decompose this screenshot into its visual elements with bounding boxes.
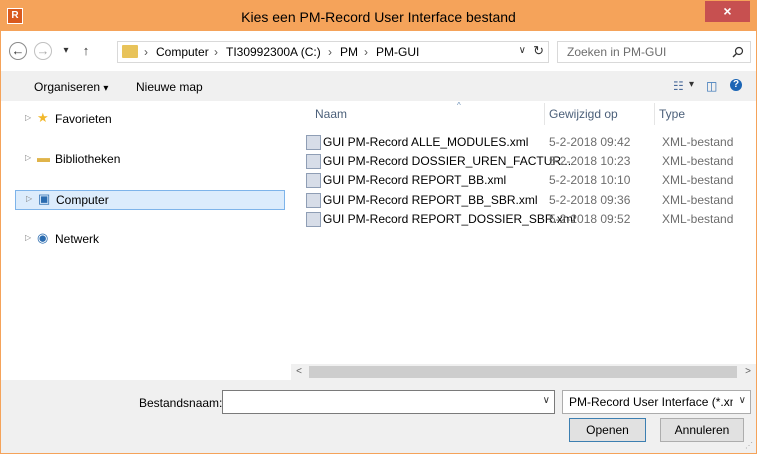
search-box[interactable]: Zoeken in PM-GUI [557,41,751,63]
file-type: XML-bestand [662,154,734,168]
resize-grip-icon[interactable]: ⋰ [745,441,753,450]
expand-icon[interactable]: ▷ [25,113,31,122]
file-name: GUI PM-Record REPORT_BB.xml [323,173,507,187]
search-icon [732,46,744,58]
computer-icon: ▣ [38,191,51,206]
file-row[interactable]: GUI PM-Record ALLE_MODULES.xml 5-2-2018 … [301,133,756,151]
file-type: XML-bestand [662,173,734,187]
dialog-title: Kies een PM-Record User Interface bestan… [241,9,516,25]
filename-label: Bestandsnaam: [139,396,223,410]
breadcrumb-pm-gui[interactable]: PM-GUI [376,45,419,59]
scroll-left-icon[interactable]: < [291,364,307,380]
close-button[interactable]: × [705,1,750,22]
sidebar-item-label: Computer [56,193,109,207]
file-row[interactable]: GUI PM-Record REPORT_BB_SBR.xml 5-2-2018… [301,191,756,209]
open-button[interactable]: Openen [569,418,646,442]
xml-file-icon [306,193,321,208]
address-dropdown-icon[interactable]: ∨ [519,45,526,56]
file-type-value: PM-Record User Interface (*.xm [569,395,733,409]
file-type-select[interactable]: PM-Record User Interface (*.xm ∨ [562,390,751,414]
file-list: Naam ^ Gewijzigd op Type GUI PM-Record A… [291,101,756,364]
sidebar-item-libraries[interactable]: ▷ ▬ Bibliotheken [15,150,285,168]
breadcrumb-pm[interactable]: PM [340,45,358,59]
help-icon[interactable]: ? [730,79,742,91]
file-row[interactable]: GUI PM-Record REPORT_BB.xml 5-2-2018 10:… [301,171,756,189]
xml-file-icon [306,154,321,169]
breadcrumb-separator: › [328,45,332,59]
file-type: XML-bestand [662,135,734,149]
sort-ascending-icon: ^ [457,101,461,110]
file-modified: 5-2-2018 09:52 [549,212,631,226]
breadcrumb-separator: › [144,45,148,59]
recent-locations-icon[interactable]: ▾ [57,42,75,60]
sidebar-item-label: Netwerk [55,232,100,246]
file-row[interactable]: GUI PM-Record REPORT_DOSSIER_SBR.xml 5-2… [301,210,756,228]
command-bar: Organiseren ▾ Nieuwe map ☷ ▾ ◫ ? [1,71,756,101]
horizontal-scrollbar[interactable]: < > [291,364,756,380]
expand-icon[interactable]: ▷ [26,194,32,203]
library-icon: ▬ [37,150,50,165]
forward-icon[interactable]: → [34,42,52,60]
sidebar-item-computer[interactable]: ▷ ▣ Computer [15,190,285,210]
expand-icon[interactable]: ▷ [25,153,31,162]
file-modified: 5-2-2018 09:42 [549,135,631,149]
file-type: XML-bestand [662,193,734,207]
view-options-icon[interactable]: ☷ [673,79,684,93]
dialog-footer: Bestandsnaam: ∨ PM-Record User Interface… [1,380,756,453]
column-header-name[interactable]: Naam [315,107,347,121]
star-icon: ★ [37,110,49,125]
file-modified: 5-2-2018 10:23 [549,154,631,168]
organize-label: Organiseren [34,80,101,94]
chevron-down-icon[interactable]: ∨ [543,395,550,406]
network-icon: ◉ [37,230,49,245]
preview-pane-icon[interactable]: ◫ [706,79,717,93]
file-name: GUI PM-Record DOSSIER_UREN_FACTUR... [323,154,572,168]
sidebar-item-label: Favorieten [55,112,112,126]
filename-field[interactable]: ∨ [222,390,555,414]
title-bar: R Kies een PM-Record User Interface best… [1,1,756,31]
file-modified: 5-2-2018 10:10 [549,173,631,187]
back-icon[interactable]: ← [9,42,27,60]
file-type: XML-bestand [662,212,734,226]
navigation-pane: ▷ ★ Favorieten ▷ ▬ Bibliotheken ▷ ▣ Comp… [1,101,291,380]
search-placeholder: Zoeken in PM-GUI [567,45,667,59]
new-folder-button[interactable]: Nieuwe map [136,80,203,94]
xml-file-icon [306,212,321,227]
file-name: GUI PM-Record REPORT_BB_SBR.xml [323,193,538,207]
chevron-down-icon: ▾ [103,83,109,94]
expand-icon[interactable]: ▷ [25,233,31,242]
column-header-modified[interactable]: Gewijzigd op [549,107,618,121]
organize-button[interactable]: Organiseren ▾ [34,80,108,94]
folder-icon [122,45,138,58]
scroll-right-icon[interactable]: > [740,364,756,380]
breadcrumb-separator: › [364,45,368,59]
navigation-bar: ← → ▾ ↑ › Computer › TI30992300A (C:) › … [1,31,756,71]
breadcrumb-separator: › [214,45,218,59]
xml-file-icon [306,135,321,150]
breadcrumb-computer[interactable]: Computer [156,45,209,59]
file-open-dialog: R Kies een PM-Record User Interface best… [0,0,757,454]
sidebar-item-favorites[interactable]: ▷ ★ Favorieten [15,110,285,128]
cancel-button[interactable]: Annuleren [660,418,744,442]
column-divider[interactable] [654,103,655,125]
column-header-type[interactable]: Type [659,107,685,121]
address-bar[interactable]: › Computer › TI30992300A (C:) › PM › PM-… [117,41,549,63]
chevron-down-icon: ∨ [738,395,746,406]
file-name: GUI PM-Record REPORT_DOSSIER_SBR.xml [323,212,576,226]
file-row[interactable]: GUI PM-Record DOSSIER_UREN_FACTUR... 5-2… [301,152,756,170]
scrollbar-thumb[interactable] [309,366,737,378]
breadcrumb-drive[interactable]: TI30992300A (C:) [226,45,321,59]
sidebar-item-label: Bibliotheken [55,152,121,166]
chevron-down-icon[interactable]: ▾ [689,79,694,90]
xml-file-icon [306,173,321,188]
sidebar-item-network[interactable]: ▷ ◉ Netwerk [15,230,285,248]
file-modified: 5-2-2018 09:36 [549,193,631,207]
up-folder-icon[interactable]: ↑ [77,42,95,60]
file-name: GUI PM-Record ALLE_MODULES.xml [323,135,529,149]
refresh-icon[interactable]: ↻ [533,43,544,59]
column-divider[interactable] [544,103,545,125]
